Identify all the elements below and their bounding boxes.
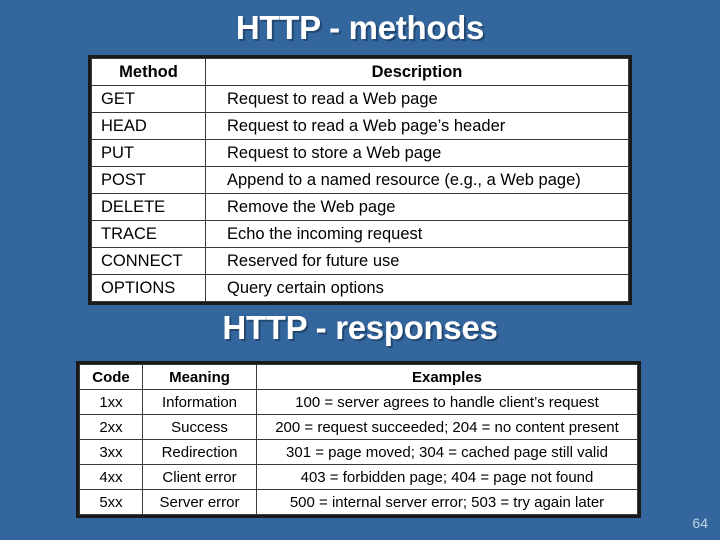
table-row: PUT Request to store a Web page	[91, 139, 629, 167]
responses_cell-1: Information	[142, 389, 257, 415]
table-row: HEAD Request to read a Web page’s header	[91, 112, 629, 140]
responses-grid: Code Meaning Examples 1xx Information 100 …	[79, 364, 638, 515]
responses_cell-2: 100 = server agrees to handle client’s r…	[256, 389, 638, 415]
page-title-responses: HTTP - responses	[222, 309, 498, 346]
responses_cell-0: 3xx	[79, 439, 143, 465]
methods_cell-1: Reserved for future use	[205, 247, 629, 275]
responses_cell-2: 403 = forbidden page; 404 = page not fou…	[256, 464, 638, 490]
table-row: 5xx Server error 500 = internal server err…	[79, 489, 638, 515]
http-responses-table: Code Meaning Examples 1xx Information 100 …	[76, 361, 641, 518]
table-row: DELETE Remove the Web page	[91, 193, 629, 221]
responses_cell-1: Server error	[142, 489, 257, 515]
methods_cell-0: PUT	[91, 139, 206, 167]
responses_cell-1: Success	[142, 414, 257, 440]
page-title-methods: HTTP - methods	[235, 9, 485, 46]
table-header-row: Method Description	[91, 58, 629, 86]
responses_cell-1: Redirection	[142, 439, 257, 465]
methods_cell-1: Echo the incoming request	[205, 220, 629, 248]
table-row: 4xx Client error 403 = forbidden page; 404…	[79, 464, 638, 490]
methods_cell-0: CONNECT	[91, 247, 206, 275]
table-row: OPTIONS Query certain options	[91, 274, 629, 302]
methods_cell-1: Remove the Web page	[205, 193, 629, 221]
page-number: 64	[692, 515, 708, 531]
methods_cell-0: POST	[91, 166, 206, 194]
table-row: 2xx Success 200 = request succeeded; 204 =…	[79, 414, 638, 440]
responses_cell-2: 301 = page moved; 304 = cached page stil…	[256, 439, 638, 465]
methods-grid: Method Description GET Request to read a …	[91, 58, 629, 302]
column-header-description: Description	[205, 58, 629, 86]
table-row: GET Request to read a Web page	[91, 85, 629, 113]
methods_cell-0: GET	[91, 85, 206, 113]
table-row: 3xx Redirection 301 = page moved; 304 = ca…	[79, 439, 638, 465]
responses_cell-2: 200 = request succeeded; 204 = no conten…	[256, 414, 638, 440]
methods_cell-0: HEAD	[91, 112, 206, 140]
methods_cell-1: Request to read a Web page	[205, 85, 629, 113]
responses_cell-0: 5xx	[79, 489, 143, 515]
methods_cell-1: Request to store a Web page	[205, 139, 629, 167]
table-header-row: Code Meaning Examples	[79, 364, 638, 390]
column-header-meaning: Meaning	[142, 364, 257, 390]
responses_cell-2: 500 = internal server error; 503 = try a…	[256, 489, 638, 515]
methods_cell-0: OPTIONS	[91, 274, 206, 302]
responses_cell-1: Client error	[142, 464, 257, 490]
methods_cell-1: Request to read a Web page’s header	[205, 112, 629, 140]
http-methods-table: Method Description GET Request to read a …	[88, 55, 632, 305]
methods_cell-1: Query certain options	[205, 274, 629, 302]
column-header-method: Method	[91, 58, 206, 86]
responses_cell-0: 2xx	[79, 414, 143, 440]
column-header-code: Code	[79, 364, 143, 390]
slide-canvas: HTTP - methods Method Description GET Req…	[0, 0, 720, 540]
table-row: TRACE Echo the incoming request	[91, 220, 629, 248]
methods_cell-1: Append to a named resource (e.g., a Web …	[205, 166, 629, 194]
table-row: POST Append to a named resource (e.g., a …	[91, 166, 629, 194]
methods_cell-0: TRACE	[91, 220, 206, 248]
responses_cell-0: 4xx	[79, 464, 143, 490]
table-row: 1xx Information 100 = server agrees to han…	[79, 389, 638, 415]
responses_cell-0: 1xx	[79, 389, 143, 415]
column-header-examples: Examples	[256, 364, 638, 390]
table-row: CONNECT Reserved for future use	[91, 247, 629, 275]
methods_cell-0: DELETE	[91, 193, 206, 221]
